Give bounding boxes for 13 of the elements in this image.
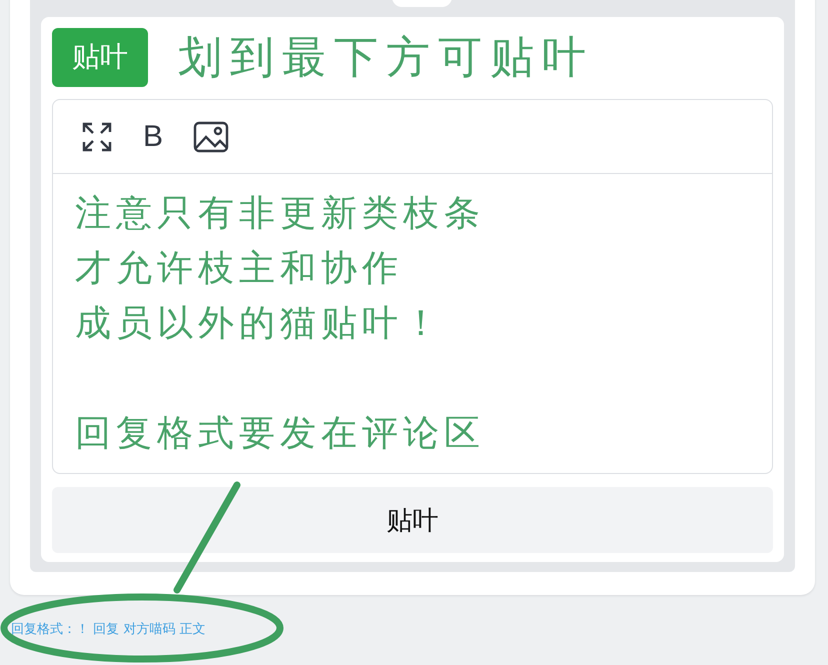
annotation-text: 划到最下方可贴叶 xyxy=(178,30,594,84)
image-button[interactable] xyxy=(193,120,230,152)
expand-icon xyxy=(81,120,113,152)
submit-button[interactable]: 贴叶 xyxy=(52,487,773,553)
image-icon xyxy=(193,120,230,152)
reply-format-hint: 回复格式：！ 回复 对方喵码 正文 xyxy=(11,621,206,638)
expand-button[interactable] xyxy=(81,120,113,152)
editor-field[interactable]: B 注意只有非更新类枝条 才允许枝主和协作 成员以外的猫贴叶！ 回复格式要发在评论区 xyxy=(52,99,773,474)
annotation-text: 成员以外的猫贴叶！ xyxy=(75,302,445,346)
annotation-text: 回复格式要发在评论区 xyxy=(75,412,486,456)
bold-button[interactable]: B xyxy=(143,120,164,154)
annotation-text: 注意只有非更新类枝条 xyxy=(75,192,486,236)
annotation-text: 才允许枝主和协作 xyxy=(75,247,404,291)
